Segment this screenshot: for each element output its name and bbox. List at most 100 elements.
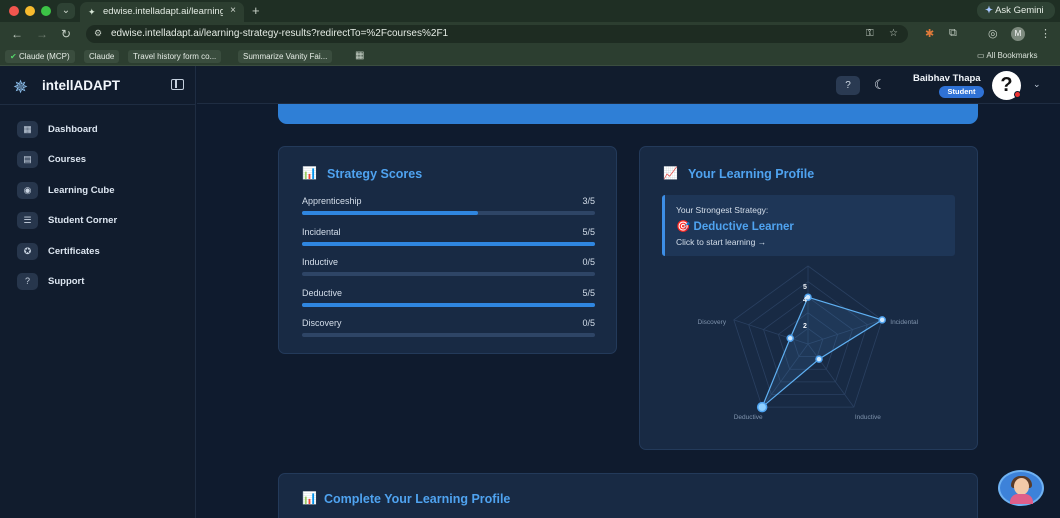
start-learning-link[interactable]: Click to start learning → [676,237,766,247]
card-title: Your Learning Profile [688,167,815,181]
bookmarks-bar: ✔ Claude (MCP) Claude Travel history for… [0,46,1060,66]
help-icon[interactable]: ? [836,76,860,95]
learning-profile-card: 📈 Your Learning Profile Your Strongest S… [639,146,978,450]
sidebar-item-support[interactable]: ? Support [17,273,187,293]
strongest-value: 🎯 Deductive Learner [676,219,794,233]
bookmark-label: Claude (MCP) [18,52,70,61]
score-label: Inductive [302,257,339,267]
ask-gemini-button[interactable]: ✦ Ask Gemini [977,2,1055,19]
results-banner [278,104,978,124]
strongest-strategy-box[interactable]: Your Strongest Strategy: 🎯 Deductive Lea… [662,195,955,256]
extensions-puzzle-icon[interactable]: ⧉ [949,27,957,40]
support-icon: ? [17,273,38,290]
intelladapt-favicon-icon: ✦ [88,7,96,17]
role-badge: Student [939,86,984,98]
assistant-face [1014,478,1029,495]
browser-tab[interactable]: ✦ edwise.intelladapt.ai/learning × [80,2,244,22]
sidebar-item-label: Student Corner [48,215,118,226]
folder-icon: ▭ [977,51,985,60]
radar-tick-label: 2 [803,323,807,330]
score-row-deductive: Deductive 5/5 [302,288,595,308]
sidebar-divider [0,104,196,105]
bar-chart-icon: 📊 [302,166,317,180]
gemini-icon: ✦ [985,5,993,16]
sidebar-item-dashboard[interactable]: ▦ Dashboard [17,121,187,141]
chevron-down-icon[interactable]: ⌄ [1033,79,1041,90]
sidebar-item-label: Learning Cube [48,185,115,196]
media-icon[interactable]: ◎ [988,27,998,40]
dark-mode-moon-icon[interactable]: ☾ [874,77,886,93]
score-value: 5/5 [582,288,595,298]
tab-close-icon[interactable]: × [230,5,236,16]
radar-point [815,355,823,363]
address-bar[interactable]: ⚙ edwise.intelladapt.ai/learning-strateg… [86,25,908,43]
sidebar-item-learning-cube[interactable]: ◉ Learning Cube [17,182,187,202]
learning-cube-icon: ◉ [17,182,38,199]
score-fill [302,303,595,307]
score-track [302,242,595,246]
score-track [302,272,595,276]
apps-grid-icon[interactable]: ▦ [355,50,364,61]
score-value: 5/5 [582,227,595,237]
bar-chart-icon: 📊 [302,491,317,505]
checkbox-icon: ✔ [10,52,17,61]
sidebar-item-student-corner[interactable]: ☰ Student Corner [17,212,187,232]
logo-icon: ✵ [13,77,29,97]
dashboard-icon: ▦ [17,121,38,138]
certificate-icon: ✪ [17,243,38,260]
score-track [302,303,595,307]
bookmark-claude-mcp[interactable]: ✔ Claude (MCP) [5,50,75,63]
bookmark-claude[interactable]: Claude [84,50,120,63]
password-key-icon[interactable]: ⚿ [866,28,874,39]
browser-toolbar: ← → ↻ ⚙ edwise.intelladapt.ai/learning-s… [0,22,1060,46]
strongest-value-text: Deductive Learner [693,221,794,233]
trend-chart-icon: 📈 [663,166,678,180]
radar-tick-label: 5 [803,284,807,291]
score-row-inductive: Inductive 0/5 [302,257,595,277]
maximize-window-icon[interactable] [41,6,51,16]
ask-gemini-label: Ask Gemini [995,5,1044,16]
reload-icon[interactable]: ↻ [61,27,71,41]
score-fill [302,242,595,246]
bookmark-star-icon[interactable]: ☆ [889,28,898,39]
new-tab-button[interactable]: + [252,3,260,18]
forward-icon[interactable]: → [36,27,48,41]
sidebar-item-certificates[interactable]: ✪ Certificates [17,243,187,263]
back-icon[interactable]: ← [11,27,23,41]
assistant-avatar-button[interactable] [998,470,1044,506]
tab-search-chevron-icon[interactable]: ⌄ [57,3,75,19]
all-bookmarks-button[interactable]: ▭ All Bookmarks [977,51,1037,60]
user-name: Baibhav Thapa [913,73,981,84]
student-corner-icon: ☰ [17,212,38,229]
score-track [302,333,595,337]
card-title: Strategy Scores [327,167,423,181]
browser-tab-bar: ⌄ ✦ edwise.intelladapt.ai/learning × + ✦… [0,0,1060,22]
sidebar-toggle-icon[interactable] [171,79,184,90]
strongest-label: Your Strongest Strategy: [676,205,769,215]
browser-menu-icon[interactable]: ⋮ [1040,27,1051,40]
bookmark-summarize[interactable]: Summarize Vanity Fai... [238,50,333,63]
site-info-icon[interactable]: ⚙ [94,28,102,39]
brand-name: intellADAPT [42,78,121,93]
score-value: 0/5 [582,318,595,328]
sidebar-item-label: Dashboard [48,124,98,135]
radar-area [761,296,884,408]
all-bookmarks-label: All Bookmarks [986,51,1038,60]
minimize-window-icon[interactable] [25,6,35,16]
sidebar: ✵ intellADAPT ▦ Dashboard ▤ Courses ◉ Le… [0,66,196,518]
sidebar-item-label: Support [48,276,85,287]
radar-tick-label: 4 [803,297,807,304]
radar-axis-label: Incidental [890,319,918,326]
status-dot [1014,91,1021,98]
sidebar-item-label: Certificates [48,246,100,257]
score-row-discovery: Discovery 0/5 [302,318,595,338]
bookmark-travel-history[interactable]: Travel history form co... [128,50,222,63]
complete-profile-card: 📊 Complete Your Learning Profile [278,473,978,518]
browser-profile-avatar[interactable]: M [1011,27,1025,41]
address-url: edwise.intelladapt.ai/learning-strategy-… [111,28,449,39]
target-icon: 🎯 [676,221,691,233]
close-window-icon[interactable] [9,6,19,16]
sidebar-item-courses[interactable]: ▤ Courses [17,151,187,171]
extension-icon[interactable]: ✱ [925,27,934,40]
card-title: Complete Your Learning Profile [324,492,511,506]
